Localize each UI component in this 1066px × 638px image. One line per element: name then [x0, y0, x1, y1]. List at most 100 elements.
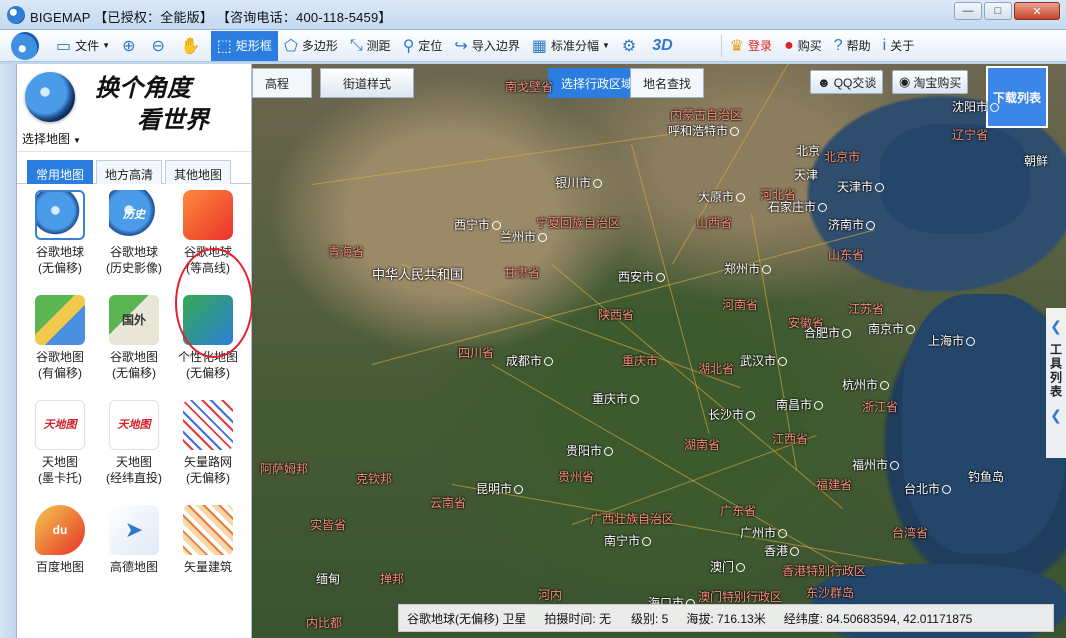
- map-item-sublabel: (无偏移): [186, 471, 230, 485]
- chevron-left-icon: ❮: [1050, 318, 1062, 334]
- select-map-dropdown[interactable]: 选择地图 ▼: [22, 130, 81, 147]
- map-item-google-maps-abroad[interactable]: 国外 谷歌地图 (无偏移): [97, 295, 171, 396]
- download-list-button[interactable]: 下载列表: [986, 66, 1048, 128]
- toolbar-divider: [720, 34, 722, 57]
- map-view[interactable]: 高程 街道样式 选择行政区域 地名查找 ☻ QQ交谈 ◉ 淘宝购买 下载列表 南戈壁…: [252, 64, 1066, 638]
- google-maps-icon: [35, 295, 85, 345]
- map-place-label: 江西省: [772, 432, 809, 446]
- locate-button[interactable]: ⚲ 定位: [397, 31, 449, 61]
- map-place-label: 上海市: [928, 332, 975, 349]
- map-item-label: 谷歌地球: [35, 245, 84, 259]
- map-place-label: 天津市: [837, 178, 884, 195]
- map-item-google-earth-history[interactable]: 历史 谷歌地球 (历史影像): [97, 190, 171, 291]
- baidu-icon-text: du: [52, 523, 68, 537]
- toolbar-logo[interactable]: [0, 31, 50, 61]
- help-button[interactable]: ? 帮助: [828, 31, 877, 61]
- map-place-label: 呼和浩特市: [668, 122, 739, 139]
- qq-icon: ☻: [817, 74, 831, 90]
- map-item-vector-road[interactable]: 矢量路网 (无偏移): [171, 400, 245, 501]
- map-place-label: 辽宁省: [952, 128, 989, 142]
- zoom-out-button[interactable]: ⊖: [145, 31, 174, 61]
- polygon-icon: ⬠: [283, 37, 298, 55]
- map-item-baidu[interactable]: du 百度地图: [23, 505, 97, 606]
- map-item-gaode[interactable]: ➤ 高德地图: [97, 505, 171, 606]
- map-item-custom-map[interactable]: 个性化地图 (无偏移): [171, 295, 245, 396]
- tianditu-icon-text: 天地图: [43, 419, 77, 431]
- map-item-label: 百度地图: [35, 560, 84, 574]
- grid-sheet-button[interactable]: ▦ 标准分幅 ▼: [526, 31, 616, 61]
- pan-button[interactable]: ✋: [175, 31, 211, 61]
- qq-chat-button[interactable]: ☻ QQ交谈: [810, 70, 884, 94]
- map-item-tianditu-mercator[interactable]: 天地图 天地图 (墨卡托): [23, 400, 97, 501]
- map-place-label: 长沙市: [708, 406, 755, 423]
- map-place-label: 钓鱼岛: [968, 470, 1005, 484]
- tab-local-hd[interactable]: 地方高清: [96, 160, 163, 184]
- map-item-google-earth-contour[interactable]: 谷歌地球 (等高线): [171, 190, 245, 291]
- map-item-vector-building[interactable]: 矢量建筑: [171, 505, 245, 606]
- map-item-label: 谷歌地图: [35, 350, 84, 364]
- minimize-button[interactable]: —: [954, 2, 982, 20]
- vector-road-icon: [183, 400, 233, 450]
- help-icon: ?: [833, 36, 843, 54]
- file-menu-label: 文件: [75, 39, 100, 53]
- maximize-button[interactable]: □: [984, 2, 1012, 20]
- google-earth-icon[interactable]: [25, 72, 75, 122]
- gaode-map-icon: ➤: [109, 505, 159, 555]
- map-place-label: 成都市: [506, 352, 553, 369]
- map-place-label: 内蒙古自治区: [670, 108, 743, 122]
- map-place-label: 湖南省: [684, 438, 721, 452]
- measure-button[interactable]: ⤡ 测距: [344, 31, 397, 61]
- file-menu[interactable]: ▭ 文件 ▼: [50, 31, 116, 61]
- place-search-button[interactable]: 地名查找: [630, 68, 705, 98]
- map-place-label: 南宁市: [604, 532, 651, 549]
- about-button[interactable]: i 关于: [877, 31, 921, 61]
- buy-button[interactable]: ● 购买: [778, 31, 828, 61]
- map-item-sublabel: (等高线): [186, 261, 230, 275]
- map-place-label: 贵阳市: [566, 442, 613, 459]
- status-layer: 谷歌地球(无偏移) 卫星: [407, 611, 527, 626]
- 3d-button[interactable]: 3D: [646, 31, 678, 61]
- map-item-sublabel: (历史影像): [106, 261, 162, 275]
- map-place-label: 贵州省: [558, 470, 595, 484]
- map-place-label: 天津: [794, 168, 819, 182]
- polygon-button[interactable]: ⬠ 多边形: [278, 31, 344, 61]
- title-bar: BIGEMAP 【已授权：全能版】 【咨询电话：400-118-5459】 — …: [0, 0, 1066, 30]
- login-button[interactable]: ♛ 登录: [724, 31, 778, 61]
- locate-label: 定位: [418, 39, 443, 53]
- buy-label: 购买: [797, 39, 822, 53]
- elevation-button[interactable]: 高程: [252, 68, 312, 98]
- map-place-label: 武汉市: [740, 352, 787, 369]
- map-place-label: 中华人民共和国: [372, 267, 464, 282]
- import-boundary-label: 导入边界: [471, 39, 520, 53]
- slogan-line2: 看世界: [137, 105, 209, 134]
- rect-select-button[interactable]: ⬚ 矩形框: [210, 30, 278, 61]
- map-item-google-earth[interactable]: 谷歌地球 (无偏移): [23, 190, 97, 291]
- settings-button[interactable]: ⚙: [616, 31, 646, 61]
- status-coordinates: 经纬度: 84.50683594, 42.01171875: [783, 611, 973, 626]
- close-button[interactable]: ✕: [1014, 2, 1060, 20]
- map-source-panel: 选择地图 ▼ 换个角度 看世界 常用地图 地方高清 其他地图 谷歌地球 (无偏移) …: [17, 64, 253, 638]
- tab-other-maps[interactable]: 其他地图: [165, 160, 232, 184]
- map-place-label: 四川省: [458, 346, 495, 360]
- map-item-tianditu-latlon[interactable]: 天地图 天地图 (经纬直投): [97, 400, 171, 501]
- taobao-buy-button[interactable]: ◉ 淘宝购买: [892, 70, 969, 94]
- map-item-sublabel: (经纬直投): [106, 471, 162, 485]
- map-item-label: 矢量建筑: [183, 560, 232, 574]
- rect-select-label: 矩形框: [235, 39, 272, 53]
- grid-icon: ▦: [531, 37, 547, 55]
- import-boundary-button[interactable]: ↪ 导入边界: [448, 31, 525, 61]
- tab-common-maps[interactable]: 常用地图: [27, 160, 94, 184]
- map-item-google-maps[interactable]: 谷歌地图 (有偏移): [23, 295, 97, 396]
- map-item-label: 谷歌地图: [109, 350, 158, 364]
- vector-building-icon: [183, 505, 233, 555]
- map-place-label: 北京: [796, 144, 821, 158]
- polygon-label: 多边形: [301, 39, 338, 53]
- map-place-label: 山西省: [696, 216, 733, 230]
- toolbox-toggle[interactable]: ❮ 工具列表 ❮: [1046, 308, 1066, 458]
- street-style-button[interactable]: 街道样式: [320, 68, 414, 98]
- zoom-in-button[interactable]: ⊕: [116, 31, 145, 61]
- rectangle-icon: ⬚: [216, 37, 232, 55]
- map-place-label: 兰州市: [500, 228, 547, 245]
- map-place-label: 大原市: [698, 188, 745, 205]
- map-place-label: 合肥市: [804, 324, 851, 341]
